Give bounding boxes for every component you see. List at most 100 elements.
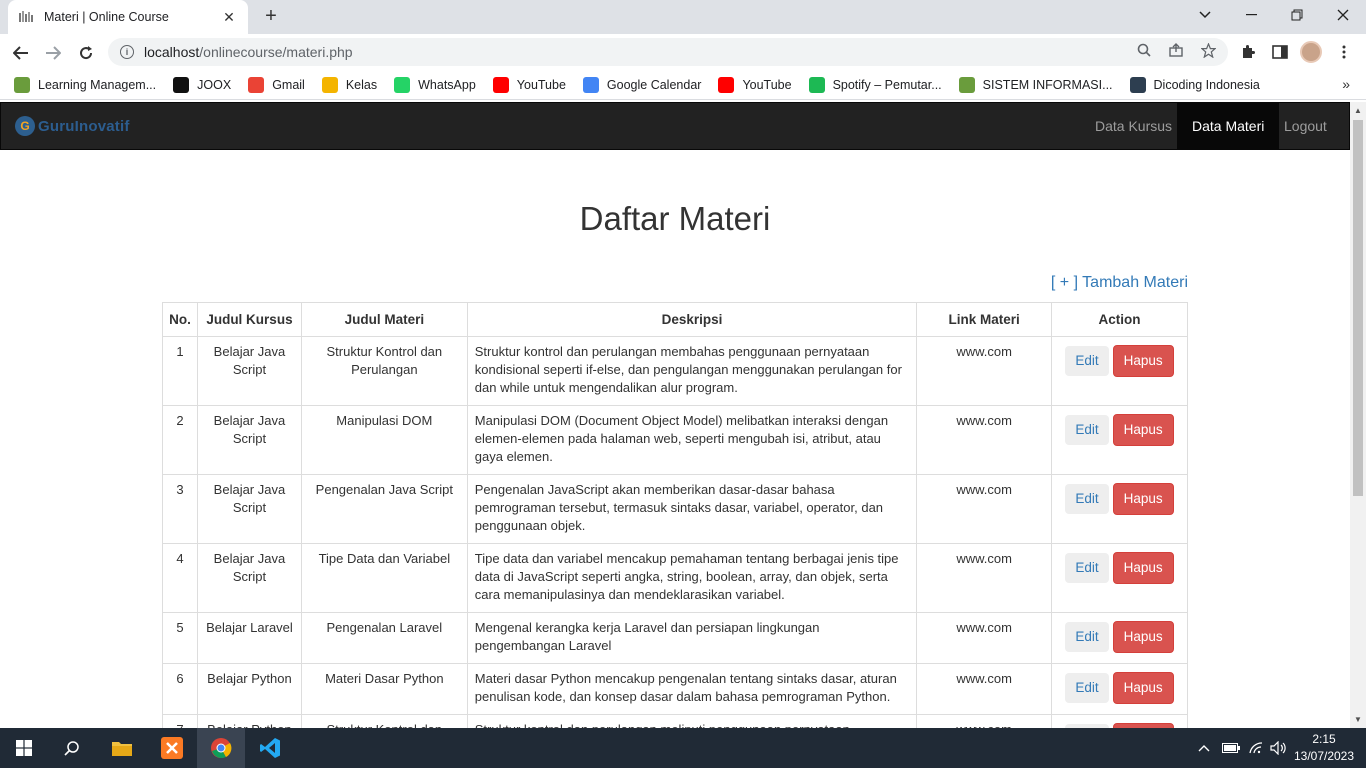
bookmark-item[interactable]: SISTEM INFORMASI... [958, 76, 1113, 93]
browser-toolbar: i localhost/onlinecourse/materi.php [0, 34, 1366, 70]
profile-avatar[interactable] [1300, 41, 1322, 63]
cell-action: EditHapus [1051, 336, 1188, 406]
cell-judul-materi: Struktur Kontrol dan Perulangan [300, 714, 468, 728]
bookmark-label: Google Calendar [606, 77, 702, 92]
scroll-up-icon[interactable]: ▲ [1354, 106, 1362, 115]
back-icon[interactable] [10, 42, 32, 64]
volume-icon[interactable] [1270, 728, 1288, 768]
page-scrollbar[interactable]: ▲ ▼ [1350, 102, 1366, 728]
classroom-icon [321, 76, 338, 93]
bookmark-item[interactable]: Google Calendar [582, 76, 702, 93]
more-bookmarks-icon[interactable]: » [1342, 76, 1350, 92]
xampp-icon[interactable] [148, 728, 196, 768]
cell-deskripsi: Tipe data dan variabel mencakup pemahama… [466, 543, 918, 613]
cell-link-materi: www.com [916, 336, 1053, 406]
bookmark-label: Spotify – Pemutar... [832, 77, 942, 92]
edit-button[interactable]: Edit [1065, 415, 1109, 445]
cell-deskripsi: Pengenalan JavaScript akan memberikan da… [466, 474, 918, 544]
site-info-icon[interactable]: i [120, 45, 134, 59]
column-header-action: Action [1051, 302, 1188, 337]
reload-icon[interactable] [75, 42, 97, 64]
edit-button[interactable]: Edit [1065, 622, 1109, 652]
delete-button[interactable]: Hapus [1112, 621, 1174, 653]
edit-button[interactable]: Edit [1065, 346, 1109, 376]
whatsapp-icon [394, 76, 411, 93]
share-icon[interactable] [1166, 40, 1186, 60]
joox-icon [173, 76, 190, 93]
bookmark-label: SISTEM INFORMASI... [982, 77, 1113, 92]
nav-data-kursus[interactable]: Data Kursus [1080, 103, 1187, 149]
vscode-icon[interactable] [246, 728, 294, 768]
cell-link-materi: www.com [916, 612, 1053, 664]
scrollbar-thumb[interactable] [1353, 120, 1363, 496]
add-materi-link[interactable]: [ + ] Tambah Materi [1040, 274, 1188, 292]
brand-logo[interactable]: G GuruInovatif [15, 116, 130, 136]
bookmark-item[interactable]: Spotify – Pemutar... [808, 76, 942, 93]
bookmark-item[interactable]: Kelas [321, 76, 377, 93]
minimize-icon[interactable] [1228, 0, 1274, 30]
zoom-search-icon[interactable] [1134, 40, 1154, 60]
delete-button[interactable]: Hapus [1112, 483, 1174, 515]
delete-button[interactable]: Hapus [1112, 414, 1174, 446]
cell-deskripsi: Struktur kontrol dan perulangan meliputi… [466, 714, 918, 728]
delete-button[interactable]: Hapus [1112, 345, 1174, 377]
cell-no: 1 [162, 336, 198, 406]
bookmark-item[interactable]: YouTube [492, 76, 566, 93]
clock-time: 2:15 [1312, 732, 1336, 746]
forward-icon[interactable] [42, 42, 64, 64]
edit-button[interactable]: Edit [1065, 484, 1109, 514]
cell-link-materi: www.com [916, 405, 1053, 475]
cell-judul-kursus: Belajar Java Script [196, 336, 302, 406]
nav-data-materi[interactable]: Data Materi [1177, 103, 1280, 149]
browser-tab[interactable]: Materi | Online Course ✕ [8, 0, 248, 34]
page-title: Daftar Materi [579, 200, 771, 237]
site-navbar: G GuruInovatif Data Kursus Data Materi L… [0, 102, 1350, 150]
bookmark-item[interactable]: JOOX [173, 76, 231, 93]
file-explorer-icon[interactable] [98, 728, 146, 768]
windows-start-icon[interactable] [0, 728, 48, 768]
scroll-down-icon[interactable]: ▼ [1354, 715, 1362, 724]
restore-icon[interactable] [1274, 0, 1320, 30]
side-panel-icon[interactable] [1269, 41, 1291, 63]
cell-action: EditHapus [1051, 714, 1188, 728]
column-header-link: Link Materi [916, 302, 1053, 337]
bookmark-star-icon[interactable] [1198, 40, 1218, 60]
close-window-icon[interactable] [1320, 0, 1366, 30]
bookmark-item[interactable]: WhatsApp [394, 76, 476, 93]
bookmark-item[interactable]: YouTube [718, 76, 792, 93]
edit-button[interactable]: Edit [1065, 673, 1109, 703]
cell-judul-kursus: Belajar Java Script [196, 543, 302, 613]
chrome-icon[interactable] [197, 728, 245, 768]
wifi-icon[interactable] [1248, 728, 1264, 768]
extensions-icon[interactable] [1237, 41, 1259, 63]
url-path: /onlinecourse/materi.php [199, 44, 353, 60]
close-tab-icon[interactable]: ✕ [220, 9, 238, 26]
cell-judul-kursus: Belajar Python [196, 663, 302, 715]
cell-action: EditHapus [1051, 405, 1188, 475]
cell-no: 3 [162, 474, 198, 544]
new-tab-icon[interactable]: + [260, 6, 282, 28]
bookmark-item[interactable]: Dicoding Indonesia [1129, 76, 1260, 93]
cell-deskripsi: Manipulasi DOM (Document Object Model) m… [466, 405, 918, 475]
bookmark-item[interactable]: Learning Managem... [14, 76, 157, 93]
search-icon[interactable] [48, 728, 96, 768]
cell-no: 5 [162, 612, 198, 664]
tab-search-icon[interactable] [1182, 0, 1228, 30]
battery-icon[interactable] [1222, 728, 1240, 768]
address-bar[interactable]: i localhost/onlinecourse/materi.php [108, 38, 1228, 66]
delete-button[interactable]: Hapus [1112, 672, 1174, 704]
delete-button[interactable]: Hapus [1112, 552, 1174, 584]
materi-table: No. Judul Kursus Judul Materi Deskripsi … [162, 302, 1188, 728]
nav-logout[interactable]: Logout [1269, 103, 1342, 149]
system-clock[interactable]: 2:15 13/07/2023 [1292, 731, 1356, 765]
cell-no: 4 [162, 543, 198, 613]
edit-button[interactable]: Edit [1065, 553, 1109, 583]
bookmark-item[interactable]: Gmail [248, 76, 305, 93]
bookmark-label: Learning Managem... [38, 77, 157, 92]
column-header-no: No. [162, 302, 198, 337]
brand-icon: G [15, 116, 35, 136]
menu-icon[interactable] [1333, 41, 1355, 63]
cell-judul-materi: Materi Dasar Python [300, 663, 468, 715]
show-hidden-icons[interactable] [1198, 728, 1210, 768]
cell-link-materi: www.com [916, 474, 1053, 544]
